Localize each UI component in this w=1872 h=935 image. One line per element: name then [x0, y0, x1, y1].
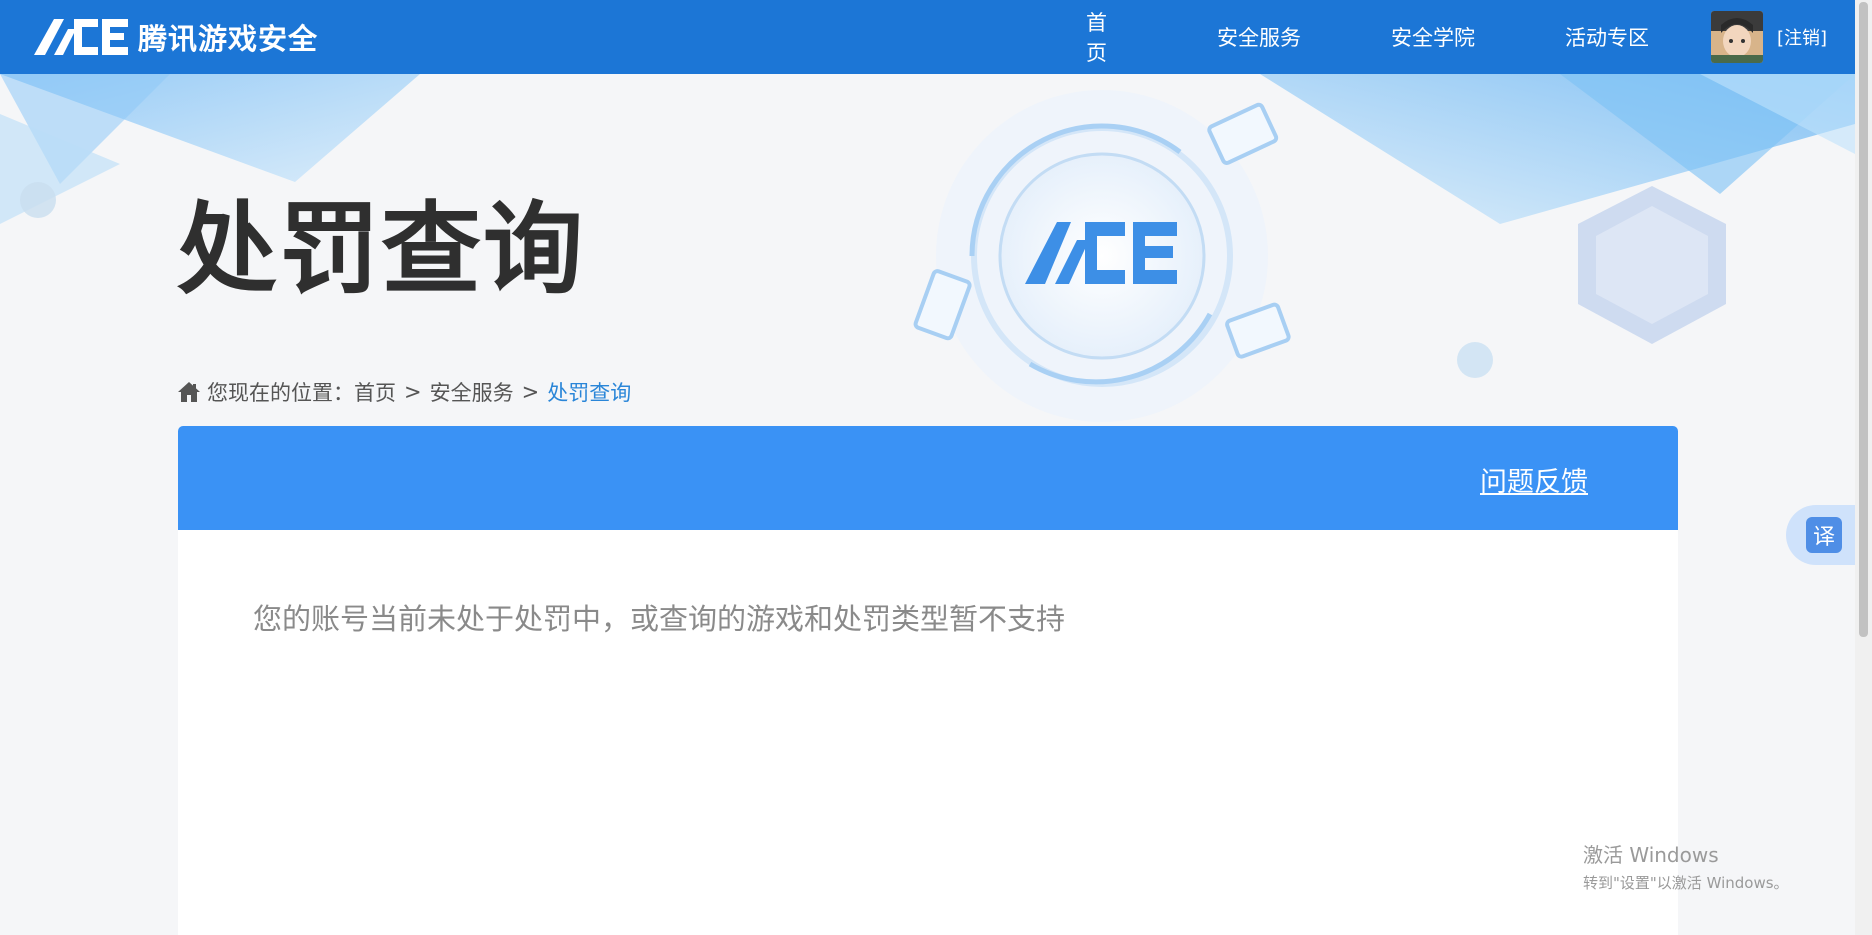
query-result-panel: 问题反馈 您的账号当前未处于处罚中，或查询的游戏和处罚类型暂不支持 [178, 426, 1678, 935]
result-message: 您的账号当前未处于处罚中，或查询的游戏和处罚类型暂不支持 [253, 602, 1066, 636]
nav-security-services[interactable]: 安全服务 [1217, 22, 1301, 52]
breadcrumb-separator: > [521, 380, 540, 404]
top-navbar: 腾讯游戏安全 首页 安全服务 安全学院 活动专区 [注销] [0, 0, 1855, 74]
site-logo[interactable]: 腾讯游戏安全 [34, 14, 318, 60]
panel-header: 问题反馈 [178, 426, 1678, 530]
nav-home[interactable]: 首页 [1086, 7, 1107, 67]
ace-logo-icon [34, 19, 128, 55]
breadcrumb-separator: > [404, 380, 422, 404]
avatar-portrait-icon [1711, 11, 1763, 63]
page-title: 处罚查询 [177, 191, 585, 308]
watermark-title: 激活 Windows [1583, 843, 1719, 867]
breadcrumb-home[interactable]: 首页 [354, 377, 396, 407]
nav-security-academy[interactable]: 安全学院 [1391, 22, 1475, 52]
home-icon [178, 382, 200, 402]
nav-events[interactable]: 活动专区 [1565, 22, 1649, 52]
breadcrumb-prefix: 您现在的位置： [207, 381, 354, 405]
page-scrollbar[interactable] [1855, 0, 1872, 935]
windows-activation-watermark: 激活 Windows 转到"设置"以激活 Windows。 [1583, 839, 1789, 893]
scroll-thumb[interactable] [1859, 2, 1868, 637]
feedback-link[interactable]: 问题反馈 [1480, 460, 1588, 499]
translate-button[interactable]: 译 [1806, 517, 1842, 553]
user-avatar[interactable] [1711, 11, 1763, 63]
breadcrumb: 您现在的位置： 首页 > 安全服务 > 处罚查询 [177, 377, 631, 407]
watermark-subtitle: 转到"设置"以激活 Windows。 [1583, 874, 1789, 892]
breadcrumb-current: 处罚查询 [547, 381, 632, 405]
brand-name: 腾讯游戏安全 [138, 22, 319, 56]
breadcrumb-security-services[interactable]: 安全服务 [430, 377, 514, 407]
logout-link[interactable]: [注销] [1777, 24, 1827, 50]
